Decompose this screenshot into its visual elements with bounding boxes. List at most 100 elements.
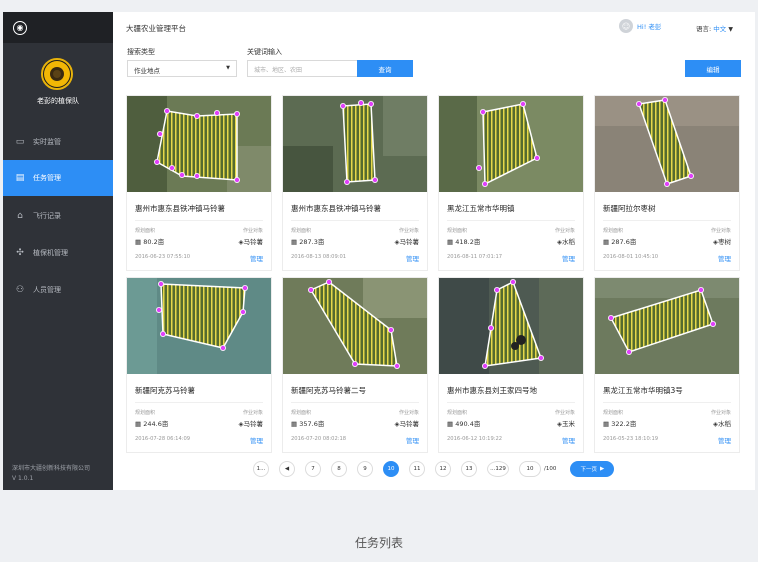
chevron-down-icon: ▼ [728, 26, 733, 33]
page-last[interactable]: ...129 [487, 461, 509, 477]
next-label: 下一页 [580, 467, 597, 473]
card-divider [135, 220, 263, 221]
task-card[interactable]: 黑龙江五常市华明镇 规划面积 作业对象 ▦ 418.2亩 ◈水稻 2016-08… [438, 95, 584, 271]
people-icon: ⚇ [15, 285, 25, 295]
language-value: 中文 [713, 25, 727, 33]
sidebar-footer: 深圳市大疆创新科技有限公司 V 1.0.1 [12, 464, 90, 484]
manage-link[interactable]: 管理 [250, 253, 263, 263]
user-greeting: Hi! 老彭 [637, 23, 662, 31]
flight-record-icon: ⌂ [17, 211, 23, 221]
task-card[interactable]: 新疆阿克苏马铃薯 规划面积 作业对象 ▦ 244.6亩 ◈马铃薯 2016-07… [126, 277, 272, 453]
page-button[interactable]: 12 [435, 461, 451, 477]
sunflower-icon [44, 61, 70, 87]
field-map-image [283, 278, 427, 374]
manage-link[interactable]: 管理 [406, 435, 419, 445]
task-icon: ▤ [15, 173, 25, 183]
page-button[interactable]: 9 [357, 461, 373, 477]
sidebar-item-tasks[interactable]: ▤ 任务管理 [3, 160, 113, 196]
next-page-button[interactable]: 下一页 ▶ [570, 461, 615, 477]
card-title: 新疆阿克苏马铃薯二号 [291, 386, 366, 395]
language-selector[interactable]: 语言: 中文 ▼ [696, 23, 733, 33]
field-map-image [127, 278, 271, 374]
keyword-placeholder: 城市、地区、农田 [254, 67, 303, 74]
area-value: ▦ 322.2亩 [603, 420, 637, 428]
manage-link[interactable]: 管理 [562, 253, 575, 263]
area-icon: ▦ [447, 420, 454, 428]
sidebar-item-label: 任务管理 [33, 174, 61, 182]
page-button[interactable]: 13 [461, 461, 477, 477]
card-title: 黑龙江五常市华明镇 [447, 204, 515, 213]
crop-value: ◈玉米 [557, 420, 575, 428]
card-date: 2016-05-23 18:10:19 [603, 436, 659, 442]
crop-key: 作业对象 [398, 410, 419, 416]
total-pages: /100 [544, 466, 557, 472]
crop-value: ◈马铃薯 [238, 238, 264, 246]
user-menu[interactable]: ☺ Hi! 老彭 [619, 19, 661, 33]
company-name: 深圳市大疆创新科技有限公司 [12, 465, 91, 472]
task-card[interactable]: 新疆阿克苏马铃薯二号 规划面积 作业对象 ▦ 357.6亩 ◈马铃薯 2016-… [282, 277, 428, 453]
crop-key: 作业对象 [242, 228, 263, 234]
crop-value: ◈马铃薯 [394, 238, 420, 246]
sidebar-item-drones[interactable]: ✣ 植保机管理 [3, 235, 113, 271]
page-button-current[interactable]: 10 [383, 461, 399, 477]
crop-key: 作业对象 [710, 228, 731, 234]
sidebar-item-flight-records[interactable]: ⌂ 飞行记录 [3, 198, 113, 234]
crop-key: 作业对象 [710, 410, 731, 416]
crop-value: ◈水稻 [557, 238, 575, 246]
area-key: 规划面积 [447, 228, 468, 234]
prev-page-icon[interactable]: ◀ [279, 461, 295, 477]
area-value: ▦ 80.2亩 [135, 238, 165, 246]
card-title: 新疆阿克苏马铃薯 [135, 386, 195, 395]
edit-button[interactable]: 编辑 [685, 60, 741, 77]
query-button[interactable]: 查询 [357, 60, 413, 77]
page-button[interactable]: 11 [409, 461, 425, 477]
area-value: ▦ 490.4亩 [447, 420, 481, 428]
area-value: ▦ 418.2亩 [447, 238, 481, 246]
search-type-label: 搜索类型 [127, 48, 155, 56]
sidebar-item-monitor[interactable]: ▭ 实时监管 [3, 124, 113, 160]
sidebar-item-label: 人员管理 [33, 286, 61, 294]
page-first[interactable]: 1... [253, 461, 269, 477]
manage-link[interactable]: 管理 [406, 253, 419, 263]
dji-logo-icon[interactable]: ◉ [13, 20, 27, 35]
sidebar-item-people[interactable]: ⚇ 人员管理 [3, 272, 113, 308]
app-window: ◉ 老彭的植保队 ▭ 实时监管 ▤ 任务管理 ⌂ 飞行记录 ✣ 植保机管理 ⚇ [3, 12, 755, 490]
team-avatar[interactable] [41, 58, 73, 90]
card-divider [291, 402, 419, 403]
caption: 任务列表 [354, 536, 403, 550]
crop-value: ◈马铃薯 [238, 420, 264, 428]
field-map-image [283, 96, 427, 192]
version: V 1.0.1 [12, 475, 34, 482]
task-card[interactable]: 惠州市惠东县铁冲镇马铃薯 规划面积 作业对象 ▦ 80.2亩 ◈马铃薯 2016… [126, 95, 272, 271]
area-icon: ▦ [291, 420, 298, 428]
area-icon: ▦ [603, 238, 610, 246]
task-card[interactable]: 新疆阿拉尔枣树 规划面积 作业对象 ▦ 287.6亩 ◈枣树 2016-08-0… [594, 95, 740, 271]
sidebar-item-label: 飞行记录 [33, 212, 61, 220]
manage-link[interactable]: 管理 [250, 435, 263, 445]
field-map-image [439, 96, 583, 192]
page-button[interactable]: 8 [331, 461, 347, 477]
goto-input[interactable]: 10 [519, 461, 541, 477]
manage-link[interactable]: 管理 [562, 435, 575, 445]
card-date: 2016-07-20 08:02:18 [291, 436, 347, 442]
manage-link[interactable]: 管理 [718, 435, 731, 445]
pagination: 1... ◀ 7 8 9 10 11 12 13 ...129 10 /100 … [253, 461, 615, 477]
search-type-value: 作业地点 [134, 67, 160, 75]
manage-link[interactable]: 管理 [718, 253, 731, 263]
task-card[interactable]: 惠州市惠东县刘王家四号地 规划面积 作业对象 ▦ 490.4亩 ◈玉米 2016… [438, 277, 584, 453]
area-icon: ▦ [447, 238, 454, 246]
page-button[interactable]: 7 [305, 461, 321, 477]
task-card[interactable]: 惠州市惠东县铁冲镇马铃薯 规划面积 作业对象 ▦ 287.3亩 ◈马铃薯 201… [282, 95, 428, 271]
language-label: 语言: [696, 25, 712, 33]
crop-value: ◈水稻 [713, 420, 731, 428]
card-divider [447, 402, 575, 403]
keyword-input[interactable]: 城市、地区、农田 [247, 60, 357, 77]
card-date: 2016-06-23 07:55:10 [135, 254, 191, 260]
area-key: 规划面积 [135, 228, 156, 234]
area-value: ▦ 287.6亩 [603, 238, 637, 246]
area-value: ▦ 244.6亩 [135, 420, 169, 428]
crop-key: 作业对象 [398, 228, 419, 234]
task-card[interactable]: 黑龙江五常市华明镇3号 规划面积 作业对象 ▦ 322.2亩 ◈水稻 2016-… [594, 277, 740, 453]
search-type-select[interactable]: 作业地点 ▼ [127, 60, 237, 77]
area-key: 规划面积 [447, 410, 468, 416]
